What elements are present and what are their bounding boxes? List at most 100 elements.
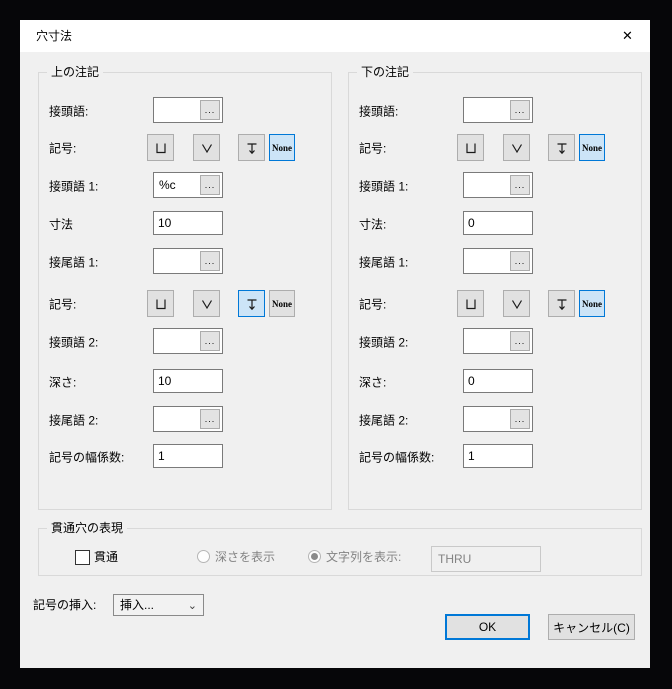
prefix-combo[interactable]: ...: [153, 97, 223, 123]
show-depth-radio-label: 深さを表示: [215, 550, 276, 564]
ellipsis-button[interactable]: ...: [510, 251, 530, 271]
depth-label: 深さ:: [359, 375, 387, 389]
dimension-row: 寸法: [39, 210, 331, 237]
suffix1-input[interactable]: [464, 249, 513, 273]
counterbore-icon: [463, 296, 479, 312]
ellipsis-button[interactable]: ...: [510, 331, 530, 351]
through-text-input[interactable]: [431, 546, 541, 572]
lower-note-group: 下の注記 接頭語: ... 記号: None 接頭語 1: ... 寸法: 0 …: [348, 64, 642, 510]
suffix1-row: 接尾語 1: ...: [39, 248, 331, 275]
depth-label: 深さ:: [49, 375, 77, 389]
suffix2-label: 接尾語 2:: [359, 413, 409, 427]
show-depth-radio[interactable]: [197, 550, 210, 563]
counterbore-symbol-button[interactable]: [147, 290, 174, 317]
dimension-label: 寸法:: [359, 217, 387, 231]
title-bar[interactable]: 穴寸法 ✕: [20, 20, 650, 52]
suffix2-combo[interactable]: ...: [463, 406, 533, 432]
desktop-background: { "window": { "title": "穴寸法" }, "icons":…: [0, 0, 672, 689]
upper-note-group: 上の注記 接頭語: ... 記号: None 接頭語 1: %c ... 寸法 …: [38, 64, 332, 510]
ellipsis-button[interactable]: ...: [200, 409, 220, 429]
countersink-icon: [199, 140, 215, 156]
countersink-symbol-button[interactable]: [503, 290, 530, 317]
prefix1-combo[interactable]: ...: [463, 172, 533, 198]
width-factor-label: 記号の幅係数:: [359, 450, 435, 464]
prefix2-combo[interactable]: ...: [153, 328, 223, 354]
symbol-buttons: None: [349, 290, 641, 317]
show-text-radio-label: 文字列を表示:: [326, 550, 402, 564]
ellipsis-button[interactable]: ...: [200, 331, 220, 351]
dimension-input[interactable]: [153, 211, 223, 235]
close-button[interactable]: ✕: [605, 20, 650, 51]
ellipsis-button[interactable]: ...: [200, 100, 220, 120]
suffix1-combo[interactable]: ...: [153, 248, 223, 274]
depth-input[interactable]: [153, 369, 223, 393]
symbol-buttons: None: [39, 134, 331, 161]
prefix-input[interactable]: [464, 98, 513, 122]
suffix2-row: 接尾語 2: ...: [349, 406, 641, 433]
suffix2-row: 接尾語 2: ...: [39, 406, 331, 433]
symbol-row-2: 記号: None: [39, 290, 331, 317]
suffix1-combo[interactable]: ...: [463, 248, 533, 274]
ellipsis-button[interactable]: ...: [510, 100, 530, 120]
prefix-input[interactable]: [154, 98, 203, 122]
ellipsis-button[interactable]: ...: [510, 175, 530, 195]
prefix1-input[interactable]: [154, 173, 203, 197]
countersink-symbol-button[interactable]: [193, 134, 220, 161]
width-factor-label: 記号の幅係数:: [49, 450, 125, 464]
prefix-label: 接頭語:: [49, 104, 89, 118]
counterbore-symbol-button[interactable]: [457, 290, 484, 317]
close-icon: ✕: [622, 27, 633, 43]
hole-dimension-dialog: 穴寸法 ✕ 上の注記 接頭語: ... 記号: None 接頭語 1: %c .…: [20, 20, 650, 668]
prefix2-row: 接頭語 2: ...: [39, 328, 331, 355]
prefix-row: 接頭語: ...: [39, 97, 331, 124]
insert-symbol-dropdown[interactable]: 挿入... ⌄: [113, 594, 204, 616]
ellipsis-button[interactable]: ...: [200, 175, 220, 195]
prefix1-input[interactable]: [464, 173, 513, 197]
prefix1-row: 接頭語 1: ...: [349, 172, 641, 199]
countersink-symbol-button[interactable]: [503, 134, 530, 161]
symbol-row-1: 記号: None: [39, 134, 331, 161]
upper-note-group-title: 上の注記: [47, 64, 104, 80]
countersink-icon: [509, 140, 525, 156]
none-symbol-button[interactable]: None: [269, 134, 295, 161]
lower-note-group-title: 下の注記: [357, 64, 414, 80]
suffix1-row: 接尾語 1: ...: [349, 248, 641, 275]
symbol-buttons: None: [349, 134, 641, 161]
through-checkbox[interactable]: [75, 550, 90, 565]
depth-input[interactable]: [463, 369, 533, 393]
symbol-buttons: None: [39, 290, 331, 317]
countersink-icon: [199, 296, 215, 312]
suffix2-combo[interactable]: ...: [153, 406, 223, 432]
none-symbol-button[interactable]: None: [579, 290, 605, 317]
depth-symbol-button[interactable]: [238, 134, 265, 161]
depth-symbol-button[interactable]: [238, 290, 265, 317]
none-symbol-button[interactable]: None: [579, 134, 605, 161]
counterbore-icon: [153, 296, 169, 312]
suffix2-input[interactable]: [154, 407, 203, 431]
ok-button[interactable]: OK: [445, 614, 530, 640]
prefix2-input[interactable]: [154, 329, 203, 353]
show-text-radio[interactable]: [308, 550, 321, 563]
depth-symbol-button[interactable]: [548, 290, 575, 317]
counterbore-symbol-button[interactable]: [147, 134, 174, 161]
prefix-combo[interactable]: ...: [463, 97, 533, 123]
prefix2-input[interactable]: [464, 329, 513, 353]
width-factor-input[interactable]: [463, 444, 533, 468]
dropdown-value: 挿入...: [120, 598, 155, 612]
prefix2-combo[interactable]: ...: [463, 328, 533, 354]
width-factor-input[interactable]: [153, 444, 223, 468]
depth-icon: [244, 296, 260, 312]
none-symbol-button[interactable]: None: [269, 290, 295, 317]
suffix2-input[interactable]: [464, 407, 513, 431]
counterbore-symbol-button[interactable]: [457, 134, 484, 161]
ellipsis-button[interactable]: ...: [200, 251, 220, 271]
dimension-input[interactable]: [463, 211, 533, 235]
depth-symbol-button[interactable]: [548, 134, 575, 161]
prefix2-label: 接頭語 2:: [49, 335, 99, 349]
prefix1-combo[interactable]: ...: [153, 172, 223, 198]
suffix1-input[interactable]: [154, 249, 203, 273]
ellipsis-button[interactable]: ...: [510, 409, 530, 429]
countersink-symbol-button[interactable]: [193, 290, 220, 317]
width-factor-row: 記号の幅係数:: [39, 443, 331, 470]
cancel-button[interactable]: キャンセル(C): [548, 614, 635, 640]
